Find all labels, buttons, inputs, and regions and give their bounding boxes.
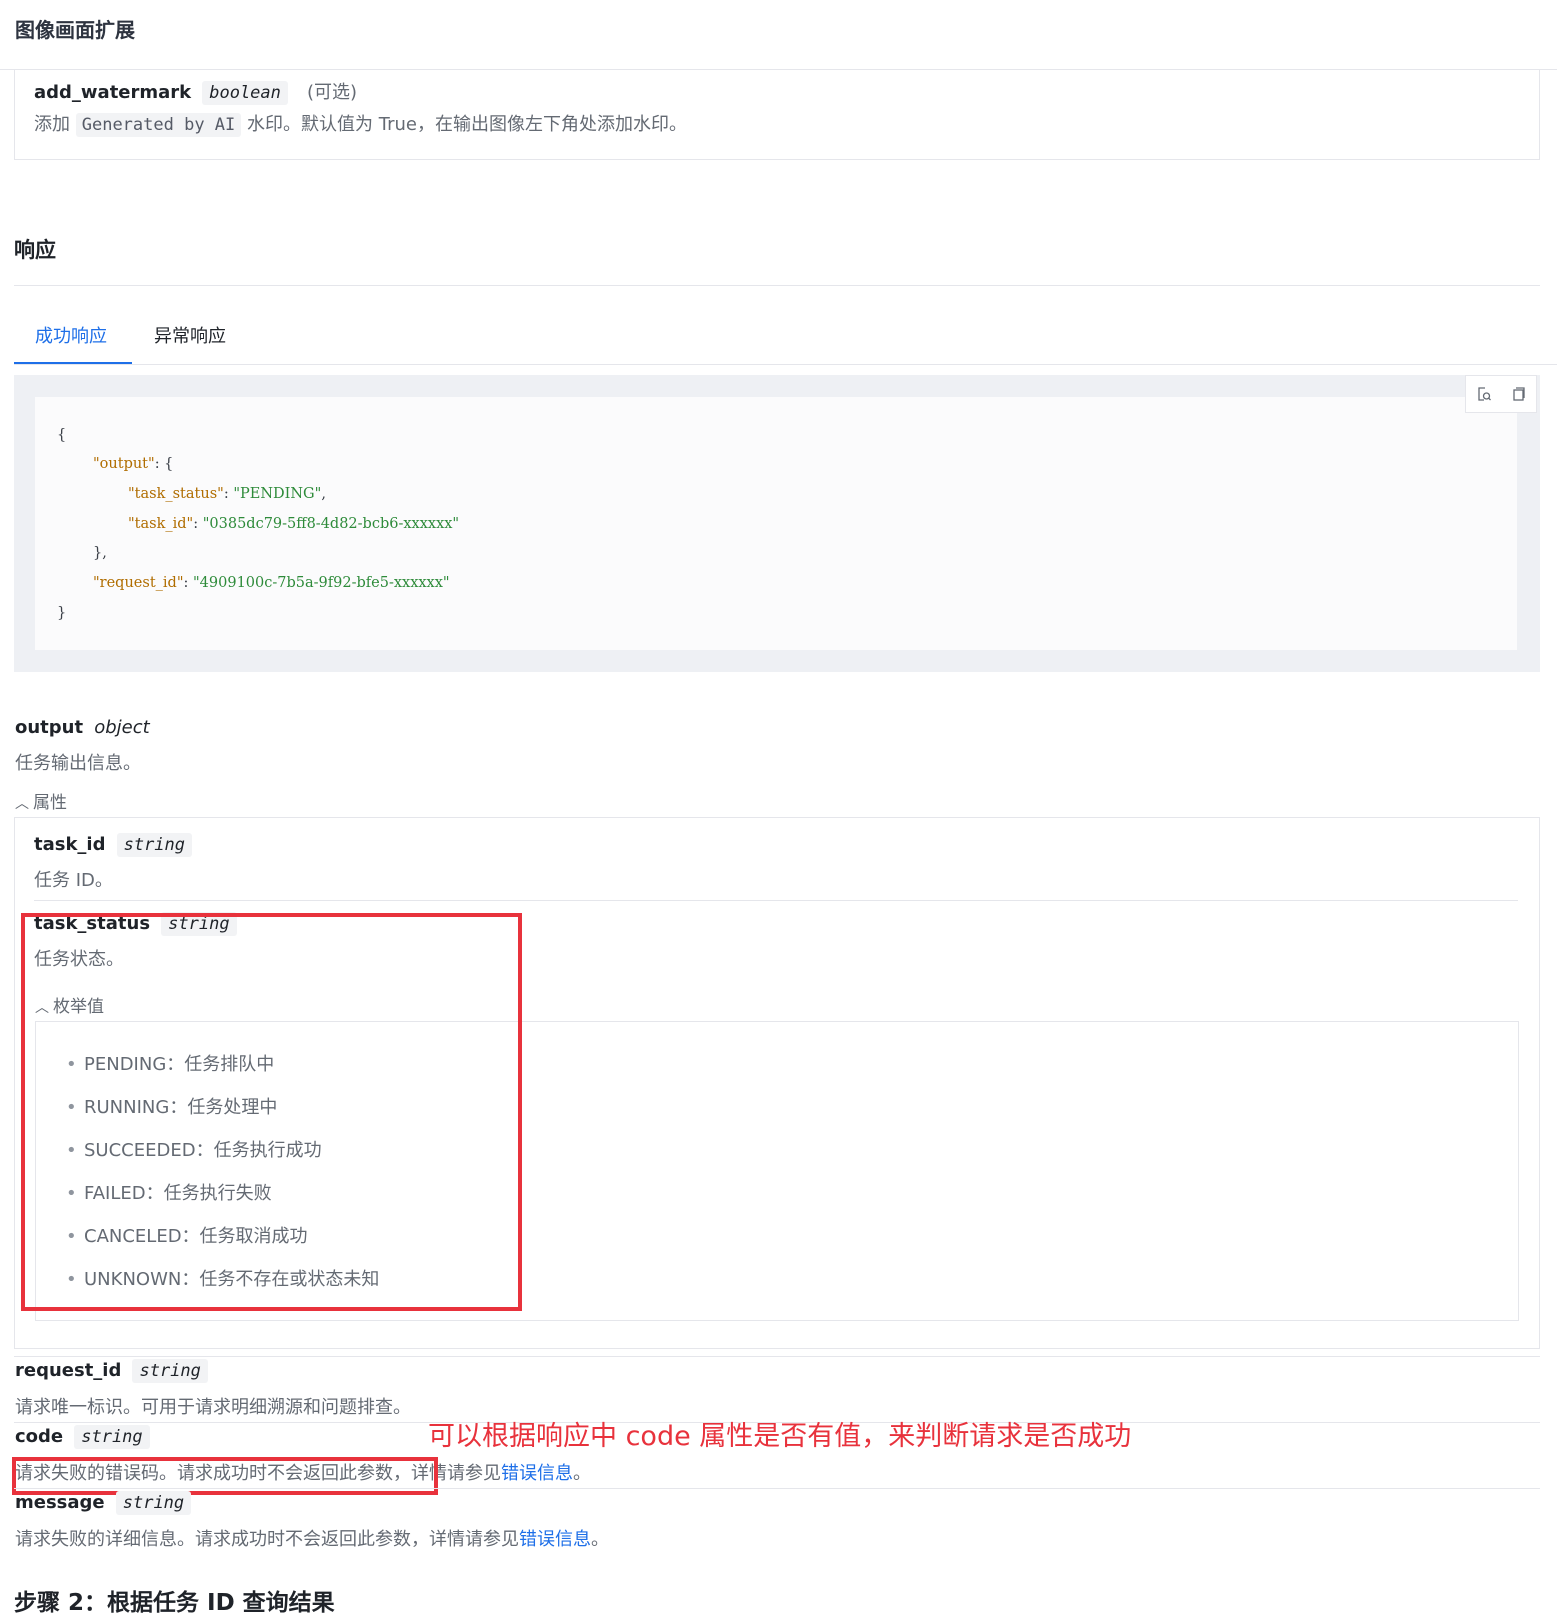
field-message-name: message <box>15 1492 105 1513</box>
chevron-up-icon: ︿ <box>15 796 29 812</box>
attributes-toggle-label: 属性 <box>33 793 67 813</box>
section-divider <box>14 285 1540 286</box>
json-key-task-status: "task_status" <box>128 486 224 502</box>
json-key-output: "output" <box>93 456 155 472</box>
json-punct: : { <box>154 456 174 472</box>
error-info-link[interactable]: 错误信息 <box>519 1529 591 1550</box>
field-task-id-desc: 任务 ID。 <box>34 870 113 891</box>
field-request-id-name: request_id <box>15 1360 122 1381</box>
param-desc-code: Generated by AI <box>75 113 242 137</box>
json-val-task-id: "0385dc79-5ff8-4d82-bcb6-xxxxxx" <box>202 516 460 532</box>
tab-error-response[interactable]: 异常响应 <box>154 322 226 348</box>
tabs-divider <box>14 364 1557 365</box>
field-request-id-type: string <box>132 1359 208 1383</box>
row-divider <box>34 900 1518 901</box>
param-optional: (可选) <box>306 82 358 103</box>
search-code-icon[interactable] <box>1475 385 1493 403</box>
field-message-type: string <box>115 1491 192 1515</box>
param-header: add_watermark boolean (可选) <box>34 78 358 105</box>
param-desc-suffix: 水印。默认值为 True，在输出图像左下角处添加水印。 <box>247 114 687 135</box>
step-title: 步骤 2：根据任务 ID 查询结果 <box>14 1590 335 1616</box>
code-line-2: "output": { <box>93 456 173 472</box>
code-toolbar <box>1465 375 1537 413</box>
param-type: boolean <box>202 81 288 105</box>
page-title: 图像画面扩展 <box>15 18 135 42</box>
field-message-desc: 请求失败的详细信息。请求成功时不会返回此参数，详情请参见错误信息。 <box>15 1525 609 1551</box>
field-output-name: output <box>15 717 84 738</box>
tab-success-response[interactable]: 成功响应 <box>35 322 107 348</box>
field-task-id-name: task_id <box>34 834 106 855</box>
code-line-5: }, <box>93 545 107 561</box>
code-line-3: "task_status": "PENDING", <box>128 486 326 502</box>
field-request-id-header: request_id string <box>15 1359 208 1383</box>
field-output-type: object <box>94 717 150 738</box>
field-code-header: code string <box>15 1425 150 1449</box>
code-line-1: { <box>57 427 67 443</box>
annotation-highlight-code <box>12 1457 438 1495</box>
field-message-desc-main: 请求失败的详细信息。请求成功时不会返回此参数，详情请参见 <box>15 1529 519 1550</box>
active-tab-indicator <box>14 362 132 364</box>
field-output-header: output object <box>15 717 150 738</box>
row-divider <box>14 1356 1540 1357</box>
json-key-request-id: "request_id" <box>93 575 184 591</box>
field-output-desc: 任务输出信息。 <box>15 753 141 774</box>
error-info-link[interactable]: 错误信息 <box>501 1463 573 1484</box>
json-val-task-status: "PENDING" <box>233 486 322 502</box>
code-line-7: } <box>57 605 67 621</box>
field-task-id-type: string <box>116 833 193 857</box>
field-code-name: code <box>15 1426 64 1447</box>
field-request-id-desc: 请求唯一标识。可用于请求明细溯源和问题排查。 <box>15 1397 411 1418</box>
param-desc-prefix: 添加 <box>34 114 70 135</box>
field-code-type: string <box>74 1425 150 1449</box>
attributes-toggle[interactable]: ︿ 属性 <box>15 788 67 813</box>
field-task-id-header: task_id string <box>34 833 193 857</box>
code-line-4: "task_id": "0385dc79-5ff8-4d82-bcb6-xxxx… <box>128 516 460 532</box>
field-message-desc-end: 。 <box>591 1529 609 1550</box>
json-val-request-id: "4909100c-7b5a-9f92-bfe5-xxxxxx" <box>193 575 450 591</box>
json-key-task-id: "task_id" <box>128 516 194 532</box>
annotation-note: 可以根据响应中 code 属性是否有值，来判断请求是否成功 <box>428 1421 1132 1452</box>
copy-icon[interactable] <box>1510 385 1528 403</box>
param-name: add_watermark <box>34 82 192 103</box>
field-code-desc-end: 。 <box>573 1463 591 1484</box>
section-title-response: 响应 <box>14 238 56 262</box>
annotation-highlight-task-status <box>21 913 522 1311</box>
param-description: 添加 Generated by AI 水印。默认值为 True，在输出图像左下角… <box>34 110 687 137</box>
code-line-6: "request_id": "4909100c-7b5a-9f92-bfe5-x… <box>93 575 450 591</box>
field-message-header: message string <box>15 1491 192 1515</box>
row-divider <box>14 1488 1540 1489</box>
